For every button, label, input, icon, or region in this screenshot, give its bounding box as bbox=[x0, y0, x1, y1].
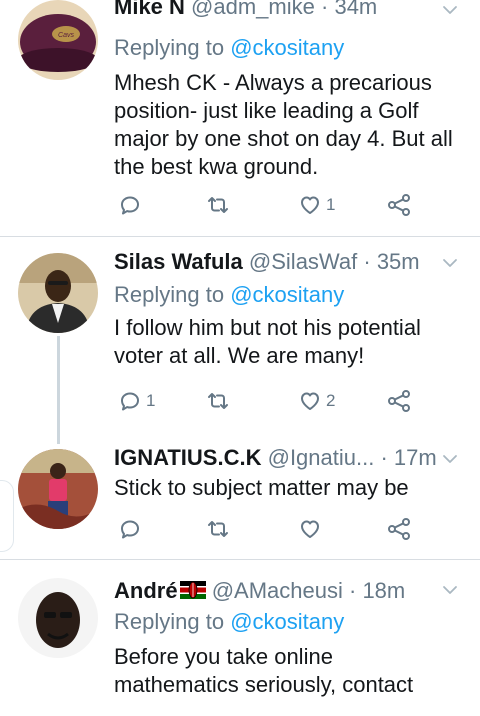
chevron-down-icon[interactable] bbox=[442, 2, 458, 18]
tweet-actions: 1 2 bbox=[114, 386, 414, 416]
author-handle[interactable]: @adm_mike bbox=[191, 0, 315, 19]
tweet-silas-wafula[interactable]: Silas Wafula @SilasWaf · 35m Replying to… bbox=[0, 237, 480, 437]
tweet-actions: 1 bbox=[114, 190, 414, 220]
reply-mention-link[interactable]: @ckositany bbox=[230, 35, 344, 60]
like-button[interactable]: 2 bbox=[298, 386, 335, 416]
retweet-button[interactable] bbox=[206, 386, 234, 416]
replying-prefix: Replying to bbox=[114, 282, 225, 307]
svg-text:Cavs: Cavs bbox=[58, 32, 74, 39]
tweet-text-line: voter at all. We are many! bbox=[114, 343, 365, 368]
timestamp[interactable]: 34m bbox=[334, 0, 377, 19]
like-button[interactable] bbox=[298, 514, 326, 544]
like-icon bbox=[298, 517, 322, 541]
share-button[interactable] bbox=[387, 514, 411, 544]
timestamp[interactable]: 17m bbox=[394, 445, 437, 470]
tweet-text-line: Mhesh CK - Always a precarious bbox=[114, 70, 432, 95]
replying-to: Replying to @ckositany bbox=[114, 280, 464, 310]
retweet-icon bbox=[206, 517, 230, 541]
author-handle[interactable]: @SilasWaf bbox=[249, 249, 357, 274]
reply-icon bbox=[118, 193, 142, 217]
reply-icon bbox=[118, 389, 142, 413]
chevron-down-icon[interactable] bbox=[442, 582, 458, 598]
tweet-text-line: mathematics seriously, contact bbox=[114, 672, 414, 697]
share-icon bbox=[387, 389, 411, 413]
author-name[interactable]: André bbox=[114, 578, 206, 603]
reply-button[interactable]: 1 bbox=[118, 386, 155, 416]
chevron-down-icon[interactable] bbox=[442, 451, 458, 467]
like-count: 1 bbox=[326, 195, 336, 214]
retweet-icon bbox=[206, 389, 230, 413]
tweet-text-line: Before you take online bbox=[114, 644, 333, 669]
tweet-header: Silas Wafula @SilasWaf · 35m bbox=[114, 247, 464, 277]
share-icon bbox=[387, 517, 411, 541]
tweet-text-line: position- just like leading a Golf bbox=[114, 98, 419, 123]
tweet-header: André @AMacheusi · 18m bbox=[114, 576, 464, 606]
like-icon bbox=[298, 193, 322, 217]
like-button[interactable]: 1 bbox=[298, 190, 335, 220]
replying-to: Replying to @ckositany bbox=[114, 33, 464, 63]
separator-dot: · bbox=[380, 445, 388, 470]
author-name-text: André bbox=[114, 578, 178, 603]
timestamp[interactable]: 18m bbox=[362, 578, 405, 603]
tweet-actions bbox=[114, 514, 414, 544]
retweet-icon bbox=[206, 193, 230, 217]
reply-mention-link[interactable]: @ckositany bbox=[230, 282, 344, 307]
tweet-ignatius-ck[interactable]: IGNATIUS.C.K @Ignatiu... · 17m Stick to … bbox=[0, 437, 480, 559]
chevron-down-icon[interactable] bbox=[442, 255, 458, 271]
retweet-button[interactable] bbox=[206, 514, 234, 544]
replying-to: Replying to @ckositany bbox=[114, 607, 464, 637]
kenya-flag-icon bbox=[179, 581, 206, 599]
reply-button[interactable] bbox=[118, 514, 146, 544]
tweet-mike-n[interactable]: Cavs Mike N @adm_mike · 34m Replying to … bbox=[0, 0, 480, 236]
share-button[interactable] bbox=[387, 190, 411, 220]
separator-dot: · bbox=[348, 578, 357, 603]
reply-button[interactable] bbox=[118, 190, 146, 220]
reply-icon bbox=[118, 517, 142, 541]
tweet-text: Mhesh CK - Always a precarious position-… bbox=[114, 69, 464, 181]
reply-mention-link[interactable]: @ckositany bbox=[230, 609, 344, 634]
tweet-text: I follow him but not his potential voter… bbox=[114, 314, 464, 370]
like-icon bbox=[298, 389, 322, 413]
replying-prefix: Replying to bbox=[114, 609, 225, 634]
tweet-andre[interactable]: André @AMacheusi · 18m Replying to @ckos… bbox=[0, 560, 480, 716]
tweet-header: IGNATIUS.C.K @Ignatiu... · 17m bbox=[114, 443, 464, 473]
author-name[interactable]: IGNATIUS.C.K bbox=[114, 445, 261, 470]
timestamp[interactable]: 35m bbox=[377, 249, 420, 274]
avatar[interactable] bbox=[18, 253, 98, 333]
replying-prefix: Replying to bbox=[114, 35, 225, 60]
avatar[interactable] bbox=[18, 578, 98, 658]
share-icon bbox=[387, 193, 411, 217]
tweet-text-line: Stick to subject matter may be bbox=[114, 475, 409, 500]
like-count: 2 bbox=[326, 391, 336, 410]
tweet-text: Before you take online mathematics serio… bbox=[114, 643, 464, 699]
avatar[interactable] bbox=[18, 449, 98, 529]
author-handle[interactable]: @AMacheusi bbox=[212, 578, 343, 603]
separator-dot: · bbox=[363, 249, 371, 274]
tweet-text: Stick to subject matter may be bbox=[114, 474, 464, 502]
author-name[interactable]: Mike N bbox=[114, 0, 185, 19]
tweet-header: Mike N @adm_mike · 34m bbox=[114, 0, 464, 22]
author-name[interactable]: Silas Wafula bbox=[114, 249, 243, 274]
retweet-button[interactable] bbox=[206, 190, 234, 220]
tweet-text-line: I follow him but not his potential bbox=[114, 315, 421, 340]
tweet-text-line: major by one shot on day 4. But all bbox=[114, 126, 453, 151]
share-button[interactable] bbox=[387, 386, 411, 416]
author-handle[interactable]: @Ignatiu... bbox=[268, 445, 375, 470]
avatar[interactable]: Cavs bbox=[18, 0, 98, 80]
tweet-text-line: the best kwa ground. bbox=[114, 154, 319, 179]
reply-count: 1 bbox=[146, 391, 156, 410]
separator-dot: · bbox=[321, 0, 329, 19]
